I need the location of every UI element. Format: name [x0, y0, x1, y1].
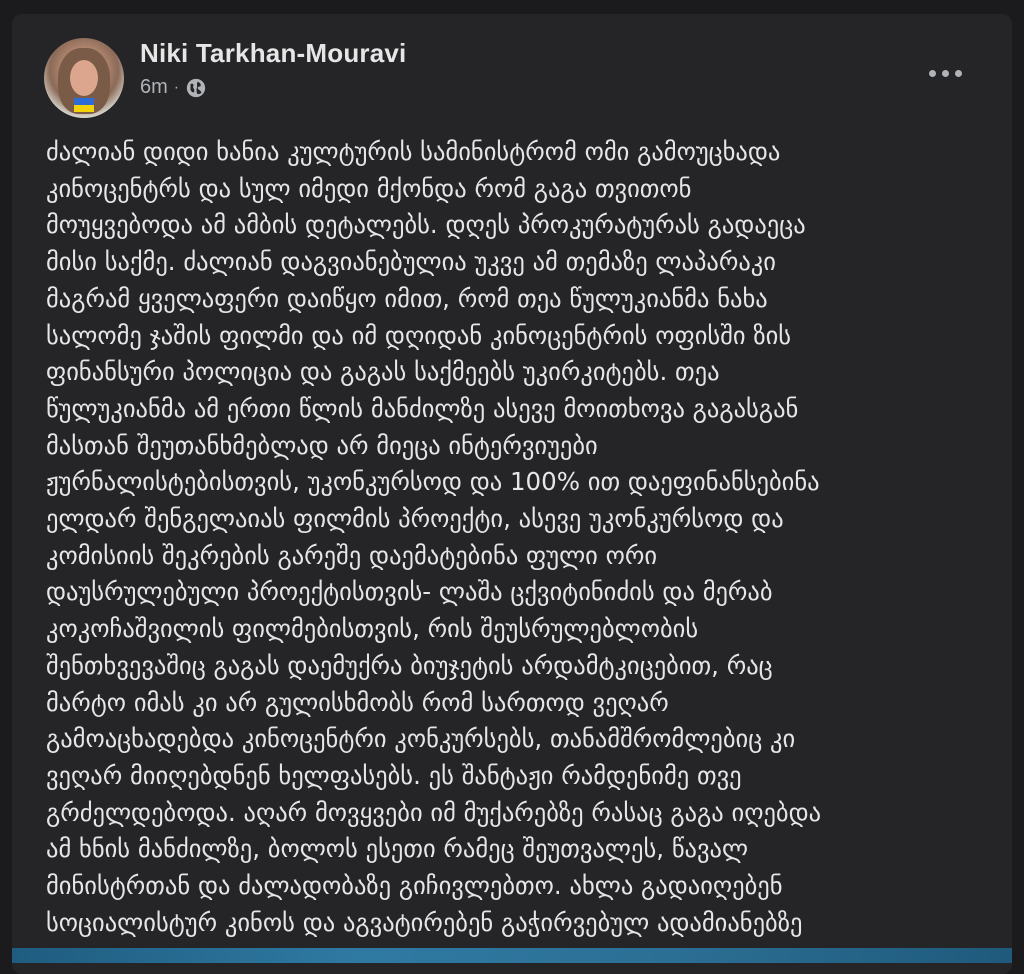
post-text-line: ამ ხნის მანძილზე, ბოლოს ესეთი რამეც შეუთ…	[46, 834, 749, 864]
post-meta: 6m ·	[140, 76, 207, 99]
post-text-line: მინისტრთან და ძალადობაზე გიჩივლებთო. ახლ…	[46, 871, 783, 901]
post-text-line: კოკოჩაშვილის ფილმებისთვის, რის შეუსრულებ…	[46, 614, 699, 644]
post-timestamp[interactable]: 6m	[140, 76, 168, 99]
globe-icon[interactable]	[185, 77, 207, 99]
post-text-line: მაგრამ ყველაფერი დაიწყო იმით, რომ თეა წუ…	[46, 283, 768, 313]
post-text-line: ვეღარ მიიღებდნენ ხელფასებს. ეს შანტაჟი რ…	[46, 760, 742, 790]
post-media-preview[interactable]	[12, 948, 1012, 963]
more-dot	[929, 70, 936, 77]
post-text-line: ფინანსური პოლიცია და გაგას საქმეებს უკირ…	[46, 357, 720, 387]
post-text-line: სოციალისტურ კინოს და აგვატირებენ გაჭირვე…	[46, 907, 803, 937]
post-text-line: მასთან შეუთანხმებლად არ მიეცა ინტერვიუებ…	[46, 430, 598, 460]
post-text-line: დაუსრულებული პროექტისთვის- ლაშა ცქვიტინი…	[46, 577, 773, 607]
post-text-line: გრძელდებოდა. აღარ მოვყვები იმ მუქარებზე …	[46, 797, 822, 827]
ukraine-flag-icon	[74, 98, 94, 112]
post-text-line: წულუკიანმა ამ ერთი წლის მანძილზე ასევე მ…	[46, 393, 799, 423]
post-text-line: ჟურნალისტებისთვის, უკონკურსოდ და 100% ით…	[46, 467, 820, 497]
post-card: Niki Tarkhan-Mouravi 6m · ძალიან დიდი ხა…	[12, 14, 1012, 974]
avatar-face	[70, 60, 98, 96]
post-text-line: კინოცენტრს და სულ იმედი მქონდა რომ გაგა …	[46, 173, 692, 203]
meta-separator: ·	[173, 78, 180, 96]
avatar[interactable]	[44, 38, 124, 118]
post-text-line: მისი საქმე. ძალიან დაგვიანებულია უკვე ამ…	[46, 247, 776, 277]
post-text-line: ელდარ შენგელაიას ფილმის პროექტი, ასევე უ…	[46, 504, 784, 534]
post-body-text: ძალიან დიდი ხანია კულტურის სამინისტრომ ო…	[46, 134, 996, 941]
post-text-line: ძალიან დიდი ხანია კულტურის სამინისტრომ ო…	[46, 137, 781, 166]
post-text-line: გამოაცხადებდა კინოცენტრი კონკურსებს, თან…	[46, 724, 796, 754]
post-text-line: შენთხვევაშიც გაგას დაემუქრა ბიუჯეტის არდ…	[46, 650, 773, 680]
post-text-line: მარტო იმას კი არ გულისხმობს რომ სართოდ ვ…	[46, 687, 669, 717]
post-text-line: კომისიის შეკრების გარეშე დაემატებინა ფულ…	[46, 540, 658, 570]
more-dot	[942, 70, 949, 77]
post-text-line: მოუყვებოდა ამ ამბის დეტალებს. დღეს პროკუ…	[46, 210, 806, 240]
more-dot	[955, 70, 962, 77]
author-name[interactable]: Niki Tarkhan-Mouravi	[140, 38, 406, 69]
more-options-button[interactable]	[925, 66, 966, 81]
post-text-line: სალომე ჯაშის ფილმი და იმ დღიდან კინოცენტ…	[46, 320, 792, 350]
